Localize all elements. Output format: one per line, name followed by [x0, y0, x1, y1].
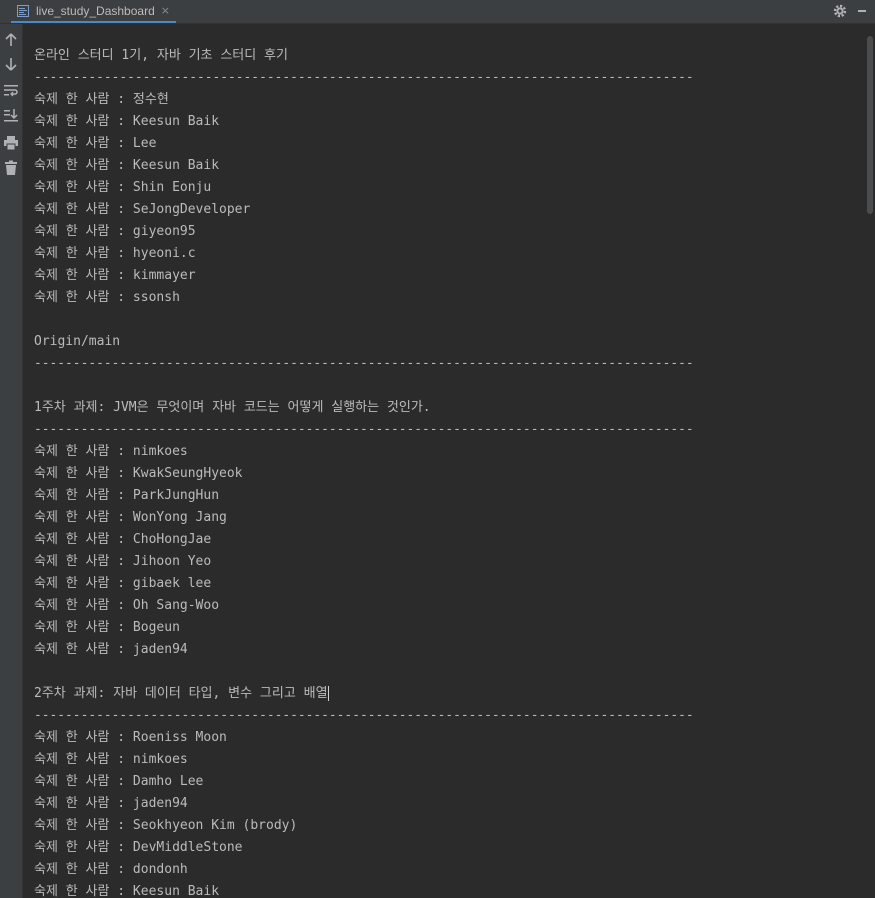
console-line: 숙제 한 사람 : hyeoni.c	[34, 246, 196, 261]
console-line: 숙제 한 사람 : gibaek lee	[34, 576, 212, 591]
separator-line: ----------------------------------------…	[34, 708, 694, 723]
console-line: 숙제 한 사람 : giyeon95	[34, 224, 196, 239]
console-line: 숙제 한 사람 : jaden94	[34, 642, 188, 657]
console-line: 숙제 한 사람 : Roeniss Moon	[34, 730, 227, 745]
console-line: 온라인 스터디 1기, 자바 기초 스터디 후기	[34, 48, 288, 63]
console-line: 숙제 한 사람 : Bogeun	[34, 620, 180, 635]
console-line: 숙제 한 사람 : Keesun Baik	[34, 158, 220, 173]
minimize-icon[interactable]	[858, 10, 866, 12]
console-line: 숙제 한 사람 : Lee	[34, 136, 157, 151]
console-line: 숙제 한 사람 : ssonsh	[34, 290, 180, 305]
soft-wrap-icon[interactable]	[3, 82, 19, 98]
console-line: 숙제 한 사람 : Keesun Baik	[34, 884, 220, 898]
console-line: 숙제 한 사람 : WonYong Jang	[34, 510, 227, 525]
console-line: 숙제 한 사람 : DevMiddleStone	[34, 840, 243, 855]
up-arrow-icon[interactable]	[3, 32, 19, 48]
console-line: 숙제 한 사람 : KwakSeungHyeok	[34, 466, 243, 481]
gear-icon[interactable]	[832, 3, 848, 19]
console-line: 숙제 한 사람 : Keesun Baik	[34, 114, 220, 129]
tab-title: live_study_Dashboard	[36, 3, 155, 18]
console-line: 숙제 한 사람 : ChoHongJae	[34, 532, 212, 547]
console-line: 숙제 한 사람 : kimmayer	[34, 268, 196, 283]
separator-line: ----------------------------------------…	[34, 422, 694, 437]
print-icon[interactable]	[3, 135, 19, 151]
console-line: Origin/main	[34, 334, 121, 349]
console-line: 1주차 과제: JVM은 무엇이며 자바 코드는 어떻게 실행하는 것인가.	[34, 400, 431, 415]
console-line: 숙제 한 사람 : nimkoes	[34, 444, 188, 459]
tab-live-study-dashboard[interactable]: live_study_Dashboard ×	[11, 0, 176, 23]
console-line: 숙제 한 사람 : SeJongDeveloper	[34, 202, 251, 217]
console-lines: 온라인 스터디 1기, 자바 기초 스터디 후기 ----------------…	[34, 45, 694, 898]
console-line: 숙제 한 사람 : Oh Sang-Woo	[34, 598, 220, 613]
console-line: 숙제 한 사람 : ParkJungHun	[34, 488, 220, 503]
console-line: 숙제 한 사람 : Seokhyeon Kim (brody)	[34, 818, 298, 833]
trash-icon[interactable]	[3, 160, 19, 176]
console-line: 숙제 한 사람 : dondonh	[34, 862, 188, 877]
console-line: 숙제 한 사람 : Shin Eonju	[34, 180, 212, 195]
console-line: 숙제 한 사람 : Damho Lee	[34, 774, 204, 789]
console-icon	[17, 4, 29, 17]
console-line: 숙제 한 사람 : nimkoes	[34, 752, 188, 767]
scrollbar-thumb[interactable]	[867, 36, 873, 214]
text-caret	[327, 686, 329, 701]
close-icon[interactable]: ×	[161, 4, 170, 17]
console-line: 숙제 한 사람 : Jihoon Yeo	[34, 554, 212, 569]
scroll-to-end-icon[interactable]	[3, 107, 19, 123]
console-line: 2주차 과제: 자바 데이터 타입, 변수 그리고 배열	[34, 686, 329, 701]
editor-tab-bar: live_study_Dashboard ×	[0, 0, 875, 24]
down-arrow-icon[interactable]	[3, 56, 19, 72]
console-output[interactable]: 온라인 스터디 1기, 자바 기초 스터디 후기 ----------------…	[23, 24, 865, 898]
console-toolbar	[0, 24, 23, 898]
separator-line: ----------------------------------------…	[34, 70, 694, 85]
console-line: 숙제 한 사람 : jaden94	[34, 796, 188, 811]
console-line: 숙제 한 사람 : 정수현	[34, 92, 169, 107]
vertical-scrollbar[interactable]	[865, 24, 875, 898]
separator-line: ----------------------------------------…	[34, 356, 694, 371]
